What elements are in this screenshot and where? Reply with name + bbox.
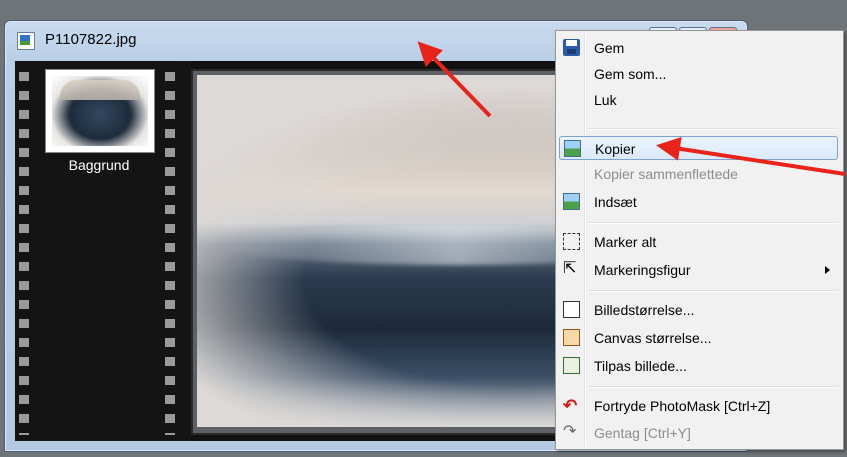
menu-separator — [588, 386, 838, 388]
menu-item-tilpas-billede[interactable]: Tilpas billede... — [559, 354, 838, 378]
menu-separator — [588, 222, 838, 224]
select-all-icon — [563, 233, 580, 250]
copy-image-icon — [564, 140, 581, 157]
menu-item-label: Marker alt — [594, 234, 657, 250]
menu-item-label: Kopier sammenflettede — [594, 166, 738, 182]
undo-icon: ↶ — [563, 396, 578, 415]
cursor-icon: ⇱ — [563, 260, 577, 277]
menu-item-kopier[interactable]: Kopier — [559, 136, 838, 160]
context-menu: Gem Gem som... Luk Kopier Kopier sammenf… — [555, 30, 844, 450]
paste-image-icon — [563, 193, 580, 210]
image-file-icon — [17, 32, 35, 50]
canvas-size-icon — [563, 329, 580, 346]
layers-filmstrip: Baggrund — [15, 61, 179, 441]
menu-item-label: Billedstørrelse... — [594, 302, 695, 318]
menu-item-gentag[interactable]: ↷ Gentag [Ctrl+Y] — [559, 421, 838, 445]
menu-item-fortryde[interactable]: ↶ Fortryde PhotoMask [Ctrl+Z] — [559, 394, 838, 418]
menu-item-label: Tilpas billede... — [594, 358, 687, 374]
window-title: P1107822.jpg — [45, 31, 137, 48]
menu-item-gem[interactable]: Gem — [559, 36, 838, 60]
fit-image-icon — [563, 357, 580, 374]
menu-separator — [588, 290, 838, 292]
menu-item-label: Luk — [594, 92, 617, 108]
menu-item-luk[interactable]: Luk — [559, 88, 838, 112]
film-perforations-right — [165, 67, 175, 435]
menu-item-markeringsfigur[interactable]: ⇱ Markeringsfigur — [559, 258, 838, 282]
menu-item-label: Gem — [594, 40, 625, 56]
menu-item-marker-alt[interactable]: Marker alt — [559, 230, 838, 254]
menu-item-canvas-storrelse[interactable]: Canvas størrelse... — [559, 326, 838, 350]
film-perforations-left — [19, 67, 29, 435]
save-icon — [563, 39, 580, 56]
menu-item-billedstorrelse[interactable]: Billedstørrelse... — [559, 298, 838, 322]
layer-thumbnail[interactable] — [45, 69, 155, 153]
menu-item-label: Canvas størrelse... — [594, 330, 712, 346]
menu-item-gem-som[interactable]: Gem som... — [559, 62, 838, 86]
layer-thumbnail-image — [52, 76, 148, 146]
menu-item-indsaet[interactable]: Indsæt — [559, 190, 838, 214]
menu-item-label: Kopier — [595, 141, 636, 157]
menu-separator — [588, 128, 838, 130]
menu-item-label: Gem som... — [594, 66, 667, 82]
menu-item-label: Fortryde PhotoMask [Ctrl+Z] — [594, 398, 771, 414]
filmstrip-separator — [179, 61, 191, 441]
menu-item-label: Markeringsfigur — [594, 262, 691, 278]
layer-name: Baggrund — [68, 157, 130, 173]
menu-item-label: Indsæt — [594, 194, 637, 210]
menu-item-kopier-sammenflettede[interactable]: Kopier sammenflettede — [559, 162, 838, 186]
redo-icon: ↷ — [563, 423, 577, 440]
image-size-icon — [563, 301, 580, 318]
submenu-arrow-icon — [825, 266, 830, 274]
menu-item-label: Gentag [Ctrl+Y] — [594, 425, 691, 441]
